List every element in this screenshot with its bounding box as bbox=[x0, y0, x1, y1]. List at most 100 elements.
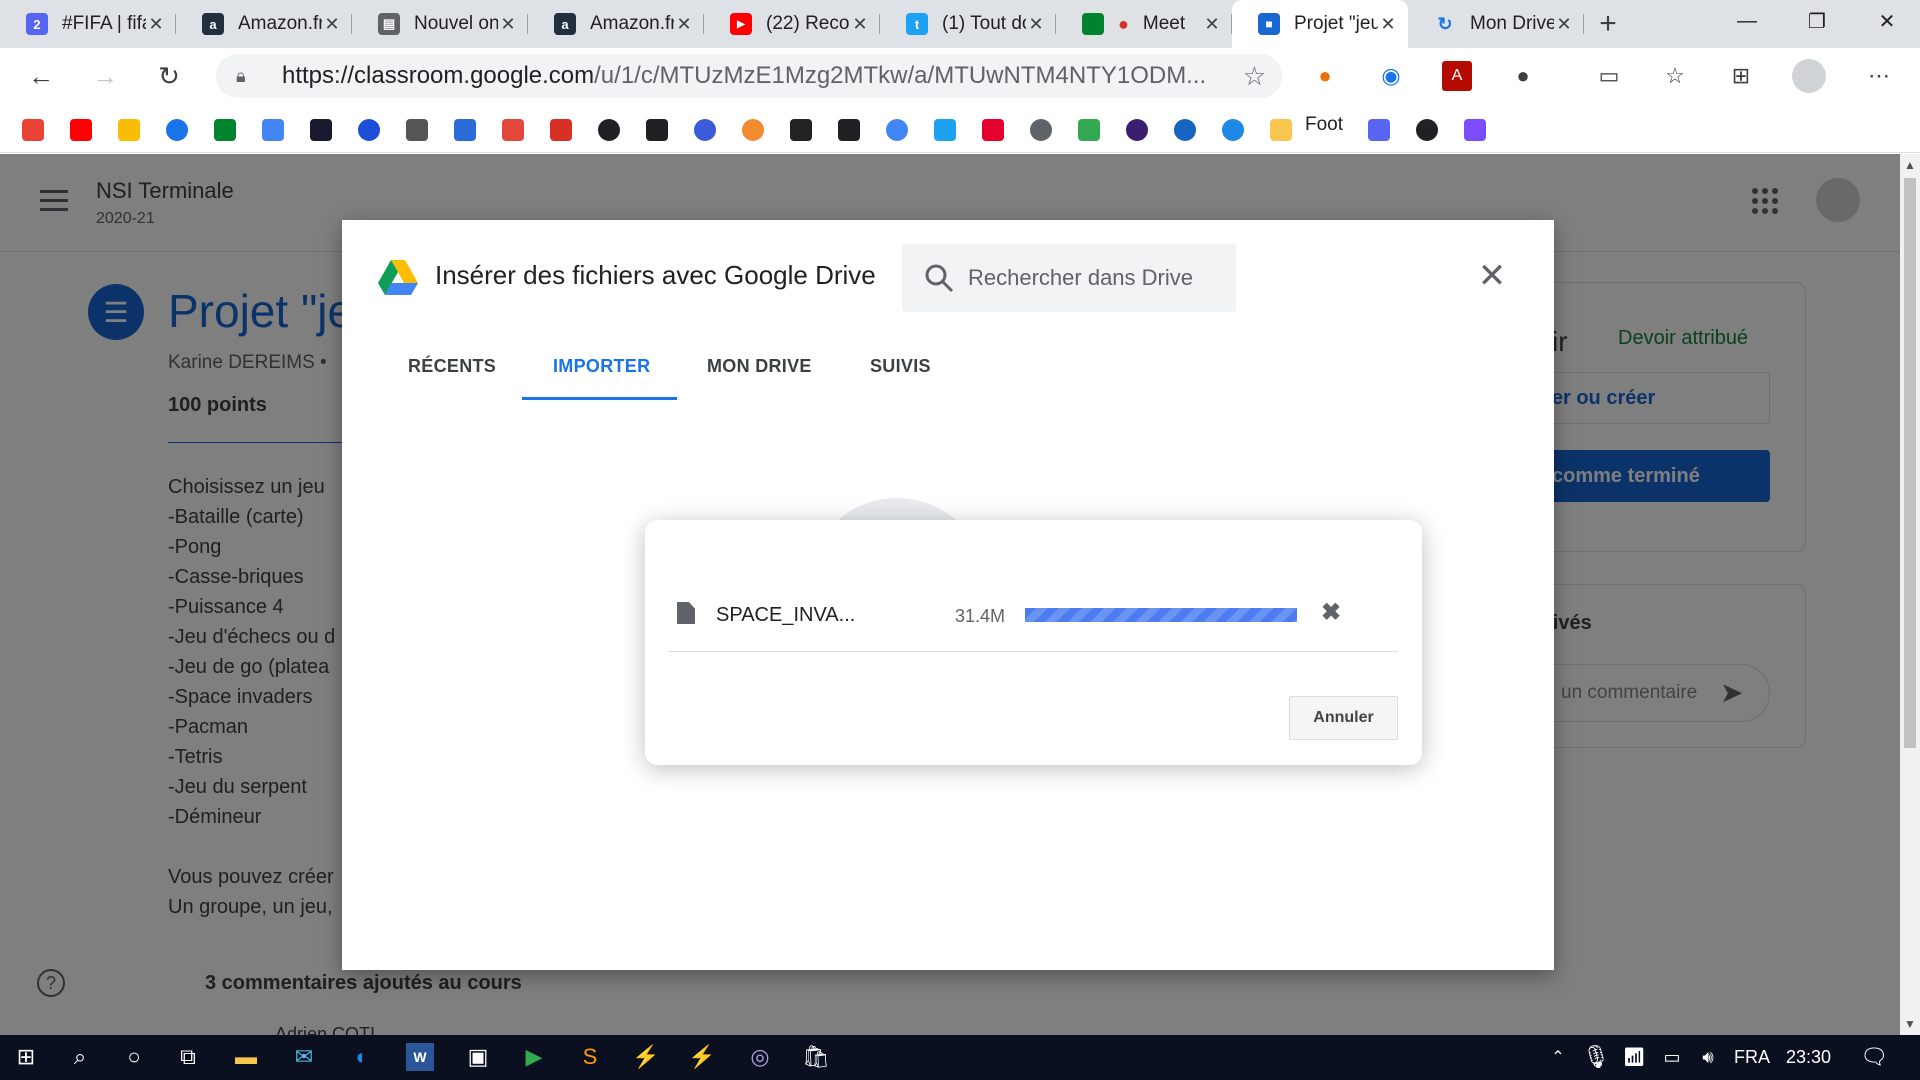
circle-bookmark-icon[interactable] bbox=[598, 119, 620, 141]
twitch-bookmark-icon[interactable] bbox=[1126, 119, 1148, 141]
mail-icon[interactable]: ✉ bbox=[290, 1043, 318, 1071]
google-bookmark-icon[interactable] bbox=[886, 119, 908, 141]
linguee-bookmark-icon[interactable] bbox=[310, 119, 332, 141]
tab-importer[interactable]: IMPORTER bbox=[553, 356, 650, 377]
extension-dots-icon[interactable]: ● bbox=[1508, 61, 1538, 91]
tab-recents[interactable]: RÉCENTS bbox=[408, 356, 496, 377]
bookmark-star-icon[interactable]: ☆ bbox=[1243, 61, 1266, 92]
news-bookmark-icon[interactable] bbox=[550, 119, 572, 141]
wifi-icon[interactable]: 📶︎ bbox=[1620, 1043, 1648, 1071]
collections-icon[interactable]: ⊞ bbox=[1726, 61, 1756, 91]
edge-icon[interactable]: ◐ bbox=[348, 1043, 376, 1071]
url-text[interactable]: https://classroom.google.com/u/1/c/MTUzM… bbox=[282, 62, 1222, 90]
tab-amazon-1[interactable]: a Amazon.fr ✕ bbox=[176, 0, 352, 48]
close-tab-icon[interactable]: ✕ bbox=[1378, 14, 1398, 35]
favorites-icon[interactable]: ☆ bbox=[1660, 61, 1690, 91]
file-explorer-icon[interactable]: ▬ bbox=[232, 1043, 260, 1071]
notifications-icon[interactable]: 🗨︎ bbox=[1860, 1043, 1888, 1071]
bookmark-folder-foot[interactable]: Foot bbox=[1305, 114, 1343, 136]
cortana-icon[interactable]: ○ bbox=[120, 1043, 148, 1071]
close-tab-icon[interactable]: ✕ bbox=[1202, 14, 1222, 35]
word-icon[interactable]: W bbox=[406, 1043, 434, 1071]
tab-projet-jeu[interactable]: ■ Projet "jeu" ✕ bbox=[1232, 0, 1408, 48]
gmail-bookmark-icon[interactable] bbox=[22, 119, 44, 141]
meet-bookmark-icon[interactable] bbox=[214, 119, 236, 141]
close-tab-icon[interactable]: ✕ bbox=[850, 14, 870, 35]
play-store-bookmark-icon[interactable] bbox=[1078, 119, 1100, 141]
close-window-button[interactable]: ✕ bbox=[1852, 0, 1920, 42]
extension-fire-icon[interactable]: ● bbox=[1310, 61, 1340, 91]
discord-bookmark-icon[interactable] bbox=[1368, 119, 1390, 141]
cancel-button[interactable]: Annuler bbox=[1289, 696, 1398, 740]
show-hidden-icons[interactable]: ⌃ bbox=[1544, 1043, 1572, 1071]
reload-button[interactable]: ↻ bbox=[146, 54, 192, 100]
minimize-button[interactable]: — bbox=[1712, 0, 1782, 42]
drive-search-box[interactable] bbox=[902, 244, 1236, 312]
cancel-upload-icon[interactable]: ✖ bbox=[1321, 598, 1341, 627]
search-input[interactable] bbox=[968, 265, 1218, 291]
scroll-up-icon[interactable]: ▲ bbox=[1904, 158, 1916, 172]
screen-icon[interactable]: ▣ bbox=[464, 1043, 492, 1071]
coin-bookmark-icon[interactable] bbox=[1030, 119, 1052, 141]
translate-bookmark-icon[interactable] bbox=[262, 119, 284, 141]
close-icon[interactable]: ✕ bbox=[1474, 258, 1510, 294]
video-bookmark-icon[interactable] bbox=[1222, 119, 1244, 141]
play-bookmark-icon[interactable] bbox=[1174, 119, 1196, 141]
address-bar[interactable]: 🔒︎ https://classroom.google.com/u/1/c/MT… bbox=[216, 54, 1282, 98]
close-tab-icon[interactable]: ✕ bbox=[146, 14, 166, 35]
forward-button[interactable]: → bbox=[82, 54, 128, 100]
close-tab-icon[interactable]: ✕ bbox=[1026, 14, 1046, 35]
wordreference-bookmark-icon[interactable] bbox=[406, 119, 428, 141]
store-icon[interactable]: 🛍︎ bbox=[802, 1043, 830, 1071]
extension-circle-icon[interactable]: ◉ bbox=[1376, 61, 1406, 91]
mcdo-bookmark-icon[interactable] bbox=[982, 119, 1004, 141]
back-button[interactable]: ← bbox=[18, 54, 64, 100]
search-icon[interactable]: ⌕ bbox=[66, 1043, 94, 1071]
windows-start-icon[interactable]: ⊞ bbox=[12, 1043, 40, 1071]
new-tab-button[interactable]: + bbox=[1584, 0, 1632, 48]
microphone-icon[interactable]: 🎙︎ bbox=[1582, 1043, 1610, 1071]
tab-amazon-2[interactable]: a Amazon.fr ✕ bbox=[528, 0, 704, 48]
menu-more-icon[interactable]: ⋯ bbox=[1864, 61, 1894, 91]
input-language[interactable]: FRA bbox=[1734, 1047, 1770, 1068]
tool-icon[interactable]: ⚡ bbox=[688, 1043, 716, 1071]
swirl-bookmark-icon[interactable] bbox=[742, 119, 764, 141]
volume-icon[interactable]: 🔊︎ bbox=[1694, 1043, 1722, 1071]
page-scrollbar[interactable]: ▲ ▼ bbox=[1900, 154, 1920, 1035]
pycharm-icon[interactable]: ⚡ bbox=[632, 1043, 660, 1071]
scrollbar-thumb[interactable] bbox=[1904, 178, 1916, 748]
play-store-icon[interactable]: ▶ bbox=[520, 1043, 548, 1071]
youtube-bookmark-icon[interactable] bbox=[70, 119, 92, 141]
app-icon[interactable]: ◎ bbox=[746, 1043, 774, 1071]
tv-bookmark-icon[interactable] bbox=[838, 119, 860, 141]
tab-twitter[interactable]: t (1) Tout donner ✕ bbox=[880, 0, 1056, 48]
sublime-icon[interactable]: S bbox=[576, 1043, 604, 1071]
dictionary-bookmark-icon[interactable] bbox=[454, 119, 476, 141]
scroll-down-icon[interactable]: ▼ bbox=[1904, 1017, 1916, 1031]
tab-new-tab[interactable]: ▤ Nouvel onglet ✕ bbox=[352, 0, 528, 48]
wattpad-bookmark-icon[interactable] bbox=[790, 119, 812, 141]
tab-suivis[interactable]: SUIVIS bbox=[870, 356, 931, 377]
tab-meet[interactable]: ● Meet ✕ bbox=[1056, 0, 1232, 48]
close-tab-icon[interactable]: ✕ bbox=[498, 14, 518, 35]
tab-youtube[interactable]: ▶ (22) Recommandations ✕ bbox=[704, 0, 880, 48]
close-tab-icon[interactable]: ✕ bbox=[674, 14, 694, 35]
tab-fifa[interactable]: 2 #FIFA | fifa ✕ bbox=[0, 0, 176, 48]
tab-mon-drive[interactable]: MON DRIVE bbox=[707, 356, 812, 377]
football-bookmark-icon[interactable] bbox=[1416, 119, 1438, 141]
clock[interactable]: 23:30 bbox=[1786, 1047, 1831, 1068]
quizlet-bookmark-icon[interactable] bbox=[358, 119, 380, 141]
lequipe-bookmark-icon[interactable] bbox=[502, 119, 524, 141]
profile-avatar[interactable] bbox=[1792, 59, 1826, 93]
close-tab-icon[interactable]: ✕ bbox=[1554, 14, 1574, 35]
cast-icon[interactable]: ▭ bbox=[1594, 61, 1624, 91]
close-tab-icon[interactable]: ✕ bbox=[322, 14, 342, 35]
hexagon-bookmark-icon[interactable] bbox=[646, 119, 668, 141]
restore-button[interactable]: ❐ bbox=[1782, 0, 1852, 42]
bookmark-extra-icon[interactable] bbox=[1464, 119, 1486, 141]
task-view-icon[interactable]: ⧉ bbox=[174, 1043, 202, 1071]
edge-bookmark-icon[interactable] bbox=[166, 119, 188, 141]
tab-mon-drive[interactable]: ↻ Mon Drive ✕ bbox=[1408, 0, 1584, 48]
extension-pdf-icon[interactable]: A bbox=[1442, 61, 1472, 91]
twitter-bookmark-icon[interactable] bbox=[934, 119, 956, 141]
